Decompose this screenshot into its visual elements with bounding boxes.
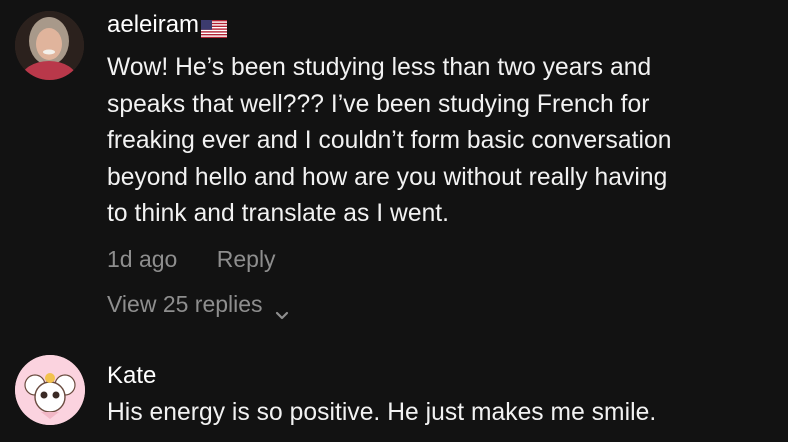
view-replies-label: View 25 replies — [107, 291, 263, 317]
comment-text-line: beyond hello and how are you without rea… — [107, 163, 668, 191]
username-text: Kate — [107, 362, 157, 389]
comment-text: His energy is so positive. He just makes… — [107, 395, 787, 432]
comment-item: aeleiram Wow! He’s been studying less th… — [0, 0, 788, 330]
comment-text-line: to think and translate as I went. — [107, 200, 450, 227]
avatar[interactable] — [15, 355, 85, 425]
comment-item: Kate His energy is so positive. He just … — [0, 340, 788, 442]
timestamp: 1d ago — [107, 246, 178, 272]
comment-text-line: Wow! He’s been studying less than two ye… — [107, 54, 652, 81]
username-text: aeleiram — [107, 11, 200, 38]
chevron-down-icon — [275, 300, 289, 319]
comment-meta: 1d ago Reply — [107, 246, 276, 273]
view-replies-button[interactable]: View 25 replies — [107, 291, 289, 319]
username[interactable]: Kate — [107, 362, 156, 390]
comment-text-line: freaking ever and I couldn’t form basic … — [107, 127, 672, 154]
us-flag-icon — [201, 17, 228, 38]
comment-text-line: speaks that well??? I’ve been studying F… — [107, 90, 650, 118]
reply-button[interactable]: Reply — [217, 246, 276, 272]
avatar[interactable] — [15, 11, 84, 80]
username[interactable]: aeleiram — [107, 11, 228, 39]
comment-text-line: His energy is so positive. He just makes… — [107, 399, 657, 426]
comment-text: Wow! He’s been studying less than two ye… — [107, 50, 787, 233]
